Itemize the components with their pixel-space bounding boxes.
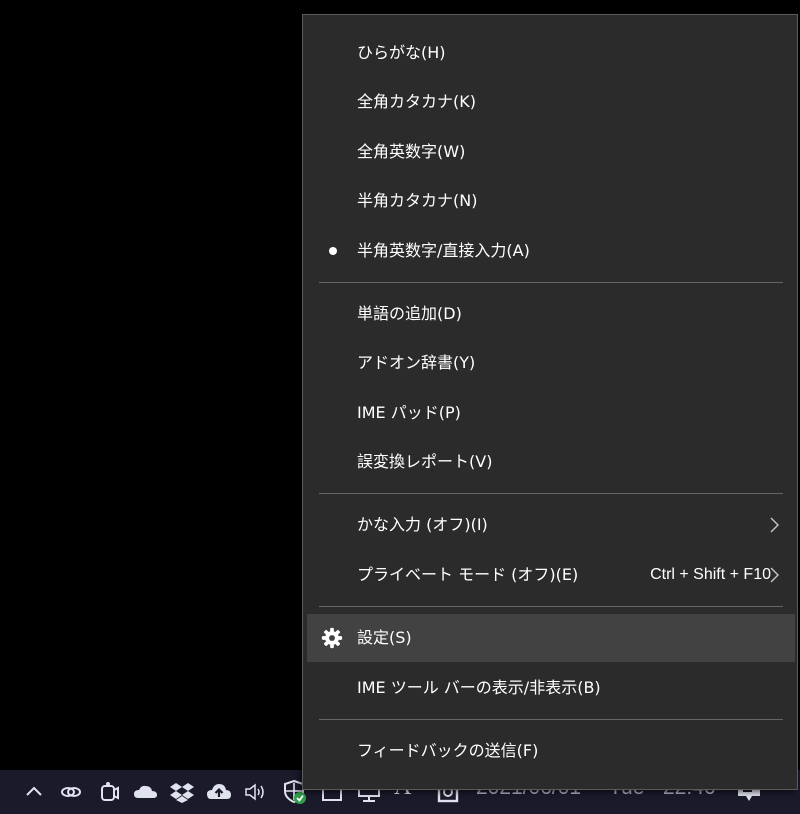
menu-item-label: フィードバックの送信(F) <box>357 741 539 760</box>
menu-item-send-feedback[interactable]: フィードバックの送信(F) <box>307 727 795 775</box>
menu-separator <box>319 719 783 720</box>
menu-item-label: IME パッド(P) <box>357 403 461 422</box>
menu-item-label: 設定(S) <box>357 628 412 647</box>
menu-item-label: IME ツール バーの表示/非表示(B) <box>357 678 601 697</box>
menu-item-fullwidth-katakana[interactable]: 全角カタカナ(K) <box>307 78 795 126</box>
chevron-right-icon <box>770 567 779 583</box>
cloud-upload-icon[interactable] <box>205 778 233 806</box>
menu-item-kana-input[interactable]: かな入力 (オフ)(I) <box>307 501 795 549</box>
menu-item-fullwidth-alphanumeric[interactable]: 全角英数字(W) <box>307 128 795 176</box>
menu-item-halfwidth-katakana[interactable]: 半角カタカナ(N) <box>307 177 795 225</box>
menu-item-label: アドオン辞書(Y) <box>357 353 476 372</box>
menu-item-label: 誤変換レポート(V) <box>357 452 493 471</box>
gear-icon <box>321 627 343 649</box>
menu-separator <box>319 493 783 494</box>
menu-item-label: 全角カタカナ(K) <box>357 92 476 111</box>
menu-item-addon-dictionary[interactable]: アドオン辞書(Y) <box>307 339 795 387</box>
onedrive-icon[interactable] <box>132 778 160 806</box>
menu-item-label: 単語の追加(D) <box>357 304 462 323</box>
menu-item-label: かな入力 (オフ)(I) <box>357 515 488 534</box>
menu-item-label: 半角カタカナ(N) <box>357 191 478 210</box>
chevron-right-icon <box>770 517 779 533</box>
menu-item-private-mode[interactable]: プライベート モード (オフ)(E) Ctrl + Shift + F10 <box>307 551 795 599</box>
menu-separator <box>319 282 783 283</box>
dropbox-icon[interactable] <box>168 778 196 806</box>
menu-item-label: ひらがな(H) <box>357 43 446 62</box>
menu-item-label: 全角英数字(W) <box>357 142 466 161</box>
menu-item-label: プライベート モード (オフ)(E) <box>357 565 579 584</box>
chevron-up-icon[interactable] <box>20 778 48 806</box>
menu-item-hiragana[interactable]: ひらがな(H) <box>307 29 795 77</box>
menu-separator <box>319 606 783 607</box>
menu-item-shortcut: Ctrl + Shift + F10 <box>650 566 771 583</box>
menu-item-misconversion-report[interactable]: 誤変換レポート(V) <box>307 438 795 486</box>
ime-context-menu: ひらがな(H) 全角カタカナ(K) 全角英数字(W) 半角カタカナ(N) 半角英… <box>302 14 798 790</box>
meet-now-icon[interactable] <box>95 778 123 806</box>
menu-item-add-word[interactable]: 単語の追加(D) <box>307 290 795 338</box>
menu-item-ime-pad[interactable]: IME パッド(P) <box>307 389 795 437</box>
menu-item-halfwidth-alphanumeric[interactable]: 半角英数字/直接入力(A) <box>307 227 795 275</box>
menu-item-toggle-toolbar[interactable]: IME ツール バーの表示/非表示(B) <box>307 664 795 712</box>
volume-icon[interactable] <box>243 778 271 806</box>
selected-bullet-icon <box>329 247 337 255</box>
menu-item-label: 半角英数字/直接入力(A) <box>357 241 530 260</box>
menu-item-settings[interactable]: 設定(S) <box>307 614 795 662</box>
link-icon[interactable] <box>57 778 85 806</box>
